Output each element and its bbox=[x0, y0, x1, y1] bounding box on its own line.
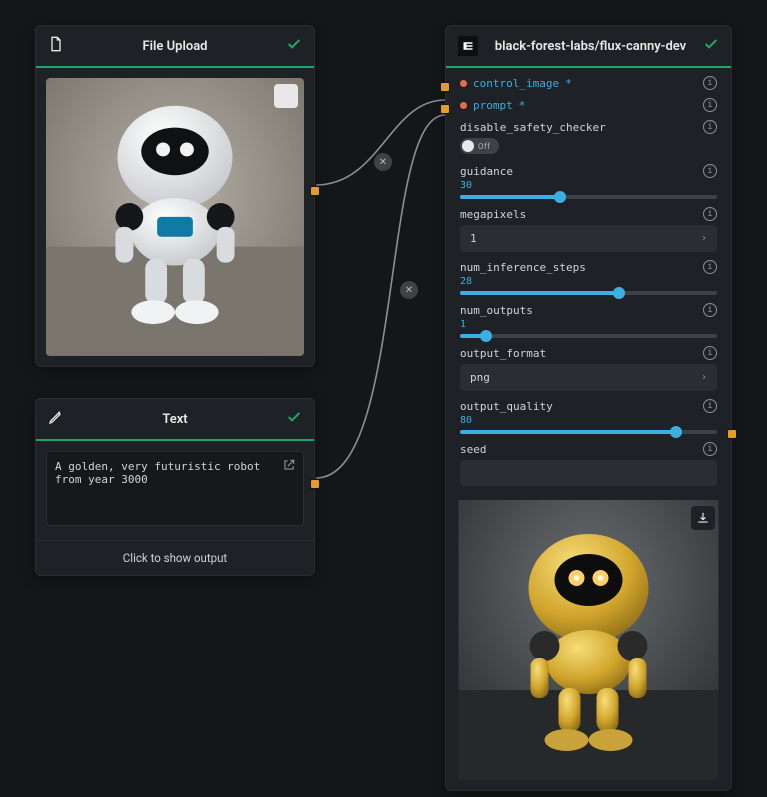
param-label: megapixels bbox=[460, 208, 526, 221]
node-header[interactable]: Text bbox=[36, 399, 314, 441]
param-output-quality: output_quality i 80 bbox=[446, 395, 731, 438]
edge-file-to-flux bbox=[316, 100, 445, 185]
port-in-prompt[interactable] bbox=[440, 104, 450, 114]
port-out-text[interactable] bbox=[310, 479, 320, 489]
slider-value: 30 bbox=[460, 180, 717, 191]
file-icon bbox=[48, 36, 64, 56]
param-megapixels: megapixels i 1 › bbox=[446, 203, 731, 256]
node-header[interactable]: File Upload bbox=[36, 26, 314, 68]
chevron-right-icon: › bbox=[701, 372, 707, 383]
text-input[interactable] bbox=[46, 451, 304, 526]
param-label: control_image bbox=[473, 77, 559, 90]
pencil-icon bbox=[48, 409, 64, 429]
seed-input[interactable] bbox=[460, 460, 717, 486]
toggle-knob bbox=[462, 140, 474, 152]
replicate-logo-icon bbox=[458, 36, 478, 56]
slider-value: 28 bbox=[460, 276, 717, 287]
node-text[interactable]: Text Click to show output bbox=[35, 398, 315, 576]
required-dot-icon bbox=[460, 80, 467, 87]
param-output-format: output_format i png › bbox=[446, 342, 731, 395]
port-in-control-image[interactable] bbox=[440, 82, 450, 92]
output-image[interactable] bbox=[456, 500, 721, 780]
info-icon[interactable]: i bbox=[703, 346, 717, 360]
toggle-safety-checker[interactable]: Off bbox=[460, 138, 499, 154]
slider-steps[interactable] bbox=[460, 291, 717, 295]
param-disable-safety-checker: disable_safety_checker i Off bbox=[446, 116, 731, 160]
check-icon bbox=[286, 409, 302, 429]
param-guidance: guidance i 30 bbox=[446, 160, 731, 203]
info-icon[interactable]: i bbox=[703, 442, 717, 456]
required-star: * bbox=[565, 77, 572, 90]
edge-delete-file[interactable]: ✕ bbox=[374, 153, 392, 171]
external-icon bbox=[282, 458, 296, 472]
param-seed: seed i bbox=[446, 438, 731, 490]
param-label: seed bbox=[460, 443, 487, 456]
slider-guidance[interactable] bbox=[460, 195, 717, 199]
node-flux[interactable]: black-forest-labs/flux-canny-dev control… bbox=[445, 25, 732, 791]
info-icon[interactable]: i bbox=[703, 98, 717, 112]
node-file-upload[interactable]: File Upload bbox=[35, 25, 315, 367]
info-icon[interactable]: i bbox=[703, 260, 717, 274]
info-icon[interactable]: i bbox=[703, 303, 717, 317]
required-dot-icon bbox=[460, 102, 467, 109]
param-label: output_format bbox=[460, 347, 546, 360]
required-star: * bbox=[519, 99, 526, 112]
open-external-button[interactable] bbox=[282, 457, 296, 471]
node-title: black-forest-labs/flux-canny-dev bbox=[478, 39, 703, 54]
param-num-outputs: num_outputs i 1 bbox=[446, 299, 731, 342]
info-icon[interactable]: i bbox=[703, 399, 717, 413]
param-prompt: prompt * i bbox=[446, 94, 731, 116]
param-control-image: control_image * i bbox=[446, 72, 731, 94]
toggle-state: Off bbox=[478, 142, 491, 151]
select-value: 1 bbox=[470, 232, 477, 245]
close-icon: ✕ bbox=[405, 285, 413, 296]
select-megapixels[interactable]: 1 › bbox=[460, 225, 717, 252]
param-label: output_quality bbox=[460, 400, 553, 413]
node-title: File Upload bbox=[64, 39, 286, 54]
node-header[interactable]: black-forest-labs/flux-canny-dev bbox=[446, 26, 731, 68]
param-label: guidance bbox=[460, 165, 513, 178]
param-label: prompt bbox=[473, 99, 513, 112]
slider-value: 1 bbox=[460, 319, 717, 330]
param-label: num_inference_steps bbox=[460, 261, 586, 274]
chevron-right-icon: › bbox=[701, 233, 707, 244]
edge-delete-text[interactable]: ✕ bbox=[400, 281, 418, 299]
download-button[interactable] bbox=[274, 84, 298, 108]
param-num-inference-steps: num_inference_steps i 28 bbox=[446, 256, 731, 299]
info-icon[interactable]: i bbox=[703, 76, 717, 90]
info-icon[interactable]: i bbox=[703, 207, 717, 221]
info-icon[interactable]: i bbox=[703, 164, 717, 178]
param-label: disable_safety_checker bbox=[460, 121, 606, 134]
slider-outputs[interactable] bbox=[460, 334, 717, 338]
download-icon bbox=[279, 89, 293, 103]
check-icon bbox=[286, 36, 302, 56]
info-icon[interactable]: i bbox=[703, 120, 717, 134]
robot-image-white bbox=[46, 78, 304, 356]
select-value: png bbox=[470, 371, 490, 384]
download-icon bbox=[696, 511, 710, 525]
node-title: Text bbox=[64, 412, 286, 427]
slider-value: 80 bbox=[460, 415, 717, 426]
close-icon: ✕ bbox=[379, 157, 387, 168]
port-out-file[interactable] bbox=[310, 186, 320, 196]
check-icon bbox=[703, 36, 719, 56]
uploaded-image[interactable] bbox=[46, 78, 304, 356]
select-output-format[interactable]: png › bbox=[460, 364, 717, 391]
show-output-button[interactable]: Click to show output bbox=[36, 540, 314, 575]
robot-image-gold bbox=[456, 500, 721, 780]
download-button[interactable] bbox=[691, 506, 715, 530]
slider-quality[interactable] bbox=[460, 430, 717, 434]
param-label: num_outputs bbox=[460, 304, 533, 317]
